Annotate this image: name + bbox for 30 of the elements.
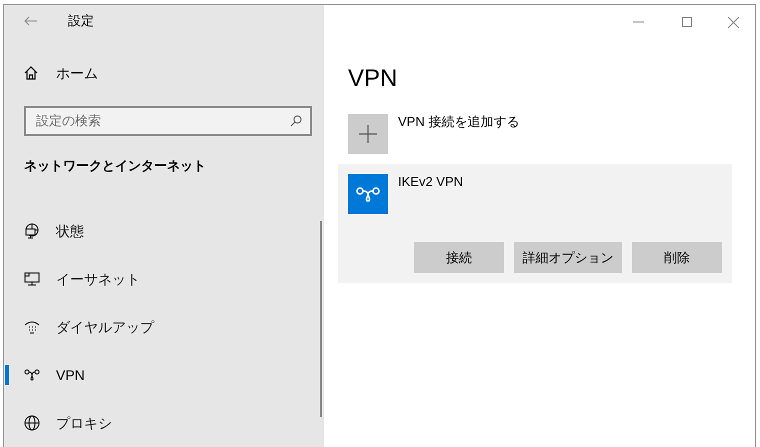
search-icon xyxy=(290,114,302,126)
plus-icon xyxy=(348,114,388,154)
sidebar-item[interactable]: VPN xyxy=(4,351,324,399)
globe-icon xyxy=(24,415,40,431)
connection-name: IKEv2 VPN xyxy=(398,173,464,191)
sidebar-item[interactable]: 状態 xyxy=(4,207,324,255)
maximize-icon[interactable] xyxy=(682,17,692,27)
search-field[interactable]: 設定の検索 xyxy=(24,106,312,136)
globe-monitor-icon xyxy=(24,223,40,239)
sidebar-item[interactable]: イーサネット xyxy=(4,255,324,303)
window-title: 設定 xyxy=(68,12,94,30)
add-vpn-button[interactable]: VPN 接続を追加する xyxy=(348,114,755,154)
phone-icon xyxy=(24,319,40,335)
section-heading: ネットワークとインターネット xyxy=(24,156,207,174)
home-icon xyxy=(24,66,38,80)
back-arrow-icon[interactable] xyxy=(24,16,38,26)
vpn-icon xyxy=(24,367,40,383)
minimize-icon[interactable] xyxy=(633,21,644,23)
home-link[interactable]: ホーム xyxy=(24,62,98,84)
action-button[interactable]: 詳細オプション xyxy=(514,242,622,273)
sidebar-item[interactable]: ダイヤルアップ xyxy=(4,303,324,351)
close-icon[interactable] xyxy=(728,16,739,28)
action-button[interactable]: 削除 xyxy=(632,242,722,273)
vpn-icon xyxy=(348,174,388,214)
action-button[interactable]: 接続 xyxy=(414,242,504,273)
sidebar-item[interactable]: プロキシ xyxy=(4,399,324,447)
monitor-icon xyxy=(24,271,40,287)
page-heading: VPN xyxy=(348,64,398,94)
vpn-connection-card[interactable]: IKEv2 VPN 接続 詳細オプション 削除 xyxy=(338,164,732,283)
selection-indicator xyxy=(5,365,9,385)
